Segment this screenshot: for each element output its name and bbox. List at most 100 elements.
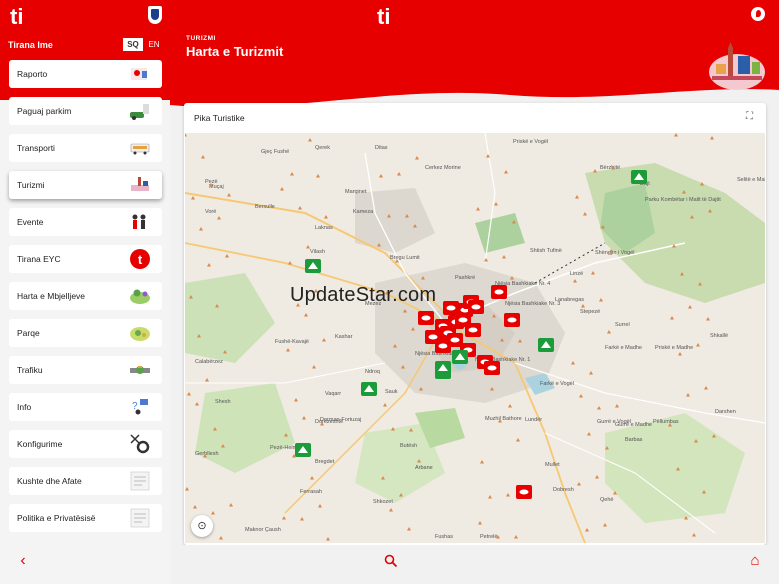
terrain-peak-icon <box>587 432 591 436</box>
terrain-peak-icon <box>205 378 209 382</box>
sidebar-item-raporto[interactable]: Raporto <box>9 60 162 88</box>
map-label: Barbas <box>625 437 643 443</box>
bus-illustration-icon <box>130 143 150 155</box>
terrain-peak-icon <box>504 170 508 174</box>
parks-illustration-icon <box>130 327 150 341</box>
terrain-peak-icon <box>288 261 292 265</box>
map-label: Farkë e Madhe <box>605 345 642 351</box>
sidebar-item-konfigurime[interactable]: Konfigurime <box>9 430 162 458</box>
map-label: Shkallë <box>710 333 728 339</box>
map-label: Calabërzez <box>195 359 223 365</box>
planting-map-illustration-icon <box>130 289 150 304</box>
tourism-map[interactable]: Gjeç Fushë Qerek Ditas Pezë Kameza Laknas Breg… <box>185 133 765 543</box>
sidebar-item-label: Harta e Mbjelljeve <box>17 291 86 301</box>
terrain-peak-icon <box>316 174 320 178</box>
map-label: Lanabregas <box>555 297 584 303</box>
terrain-peak-icon <box>383 403 387 407</box>
terrain-peak-icon <box>686 393 690 397</box>
sidebar-item-transporti[interactable]: Transporti <box>9 134 162 162</box>
map-label: Ndroq <box>365 369 380 375</box>
sidebar-item-label: Tirana EYC <box>17 254 61 264</box>
language-en-button[interactable]: EN <box>144 38 164 51</box>
terrain-peak-icon <box>304 313 308 317</box>
sidebar-item-parqe[interactable]: Parqe <box>9 319 162 347</box>
terrain-peak-icon <box>217 216 221 220</box>
map-canvas: Gjeç FushëQerek DitasPezëKamezaLaknasBreg… <box>185 133 765 543</box>
sidebar-item-politika-privatesise[interactable]: Politika e Privatësisë <box>9 504 162 532</box>
terrain-peak-icon <box>597 406 601 410</box>
events-illustration-icon <box>132 214 146 229</box>
sidebar: ti Tirana Ime SQ EN Raporto Paguaj parki… <box>0 0 170 584</box>
terrain-peak-icon <box>581 304 585 308</box>
search-button[interactable] <box>380 550 402 572</box>
sidebar-item-label: Parqe <box>17 328 40 338</box>
map-label: Njësia Bashkiake Nr. 3 <box>505 301 560 307</box>
map-label: Shesh <box>215 399 231 405</box>
map-label: Laknas <box>315 225 333 231</box>
terrain-peak-icon <box>207 263 211 267</box>
map-label: Priskë e Vogël <box>513 139 548 145</box>
map-label: Pëllumbas <box>653 419 679 425</box>
terrain-peak-icon <box>615 404 619 408</box>
terrain-peak-icon <box>494 202 498 206</box>
eye-icon <box>471 304 481 310</box>
terrain-peak-icon <box>219 536 223 540</box>
terrain-peak-icon <box>326 537 330 541</box>
terrain-peak-icon <box>397 172 401 176</box>
locate-me-button[interactable]: ⊙ <box>191 515 213 537</box>
map-label: Kameza <box>353 209 374 215</box>
map-label: Dorman-Fortuzaj <box>320 417 361 423</box>
eye-icon <box>458 317 468 323</box>
map-label: Shëngjin i Vogël <box>595 250 634 256</box>
main-content: ti TURIZMI Harta e Turizmit Pika Turisti… <box>170 0 779 584</box>
terrain-peak-icon <box>710 136 714 140</box>
tirana-ime-logo: ti <box>10 4 24 29</box>
fullscreen-button[interactable]: ⛶ <box>746 112 756 122</box>
terrain-peak-icon <box>674 133 678 137</box>
map-label: Marqinet <box>345 189 367 195</box>
terrain-peak-icon <box>480 460 484 464</box>
map-label: Sauk <box>385 389 398 395</box>
terrain-peak-icon <box>280 187 284 191</box>
language-sq-button[interactable]: SQ <box>123 38 143 51</box>
terrain-peak-icon <box>312 365 316 369</box>
terrain-peak-icon <box>577 482 581 486</box>
map-label: Pashkrë <box>455 275 475 281</box>
terrain-peak-icon <box>516 438 520 442</box>
terrain-peak-icon <box>670 316 674 320</box>
terrain-peak-icon <box>306 245 310 249</box>
map-label: Linzë <box>570 271 583 277</box>
terrain-peak-icon <box>706 317 710 321</box>
map-label: Bërzhitë <box>600 165 620 171</box>
sidebar-item-turizmi[interactable]: Turizmi <box>9 171 162 199</box>
terrain-peak-icon <box>607 330 611 334</box>
map-label: Farkë e Vogël <box>540 381 574 387</box>
terrain-peak-icon <box>415 156 419 160</box>
sidebar-item-evente[interactable]: Evente <box>9 208 162 236</box>
map-label: Vaqarr <box>325 391 341 397</box>
map-label: Fushas <box>435 534 453 540</box>
back-button[interactable]: ‹ <box>12 550 34 572</box>
sidebar-item-paguaj-parkim[interactable]: Paguaj parkim <box>9 97 162 125</box>
map-label: Gerbllesh <box>195 451 219 457</box>
sidebar-item-kushte-afate[interactable]: Kushte dhe Afate <box>9 467 162 495</box>
page-title: Harta e Turizmit <box>186 44 284 59</box>
terrain-peak-icon <box>575 195 579 199</box>
home-icon: ⌂ <box>750 552 760 569</box>
card-title: Pika Turistike <box>194 113 245 123</box>
settings-gear-icon <box>130 434 150 454</box>
home-button[interactable]: ⌂ <box>744 550 766 572</box>
sidebar-item-info[interactable]: Info ? <box>9 393 162 421</box>
sidebar-item-trafiku[interactable]: Trafiku <box>9 356 162 384</box>
terrain-peak-icon <box>407 527 411 531</box>
terrain-peak-icon <box>573 279 577 283</box>
terrain-peak-icon <box>302 416 306 420</box>
map-label: Gurrë e Madhe <box>615 422 652 428</box>
locate-icon: ⊙ <box>197 520 207 532</box>
sidebar-item-harta-mbjelljeve[interactable]: Harta e Mbjelljeve <box>9 282 162 310</box>
map-label: Lundër <box>525 417 542 423</box>
tourism-header-illustration-icon <box>709 42 765 90</box>
terrain-peak-icon <box>692 533 696 537</box>
sidebar-item-tirana-eyc[interactable]: Tirana EYC t <box>9 245 162 273</box>
watermark-text: UpdateStar.com <box>290 284 437 306</box>
